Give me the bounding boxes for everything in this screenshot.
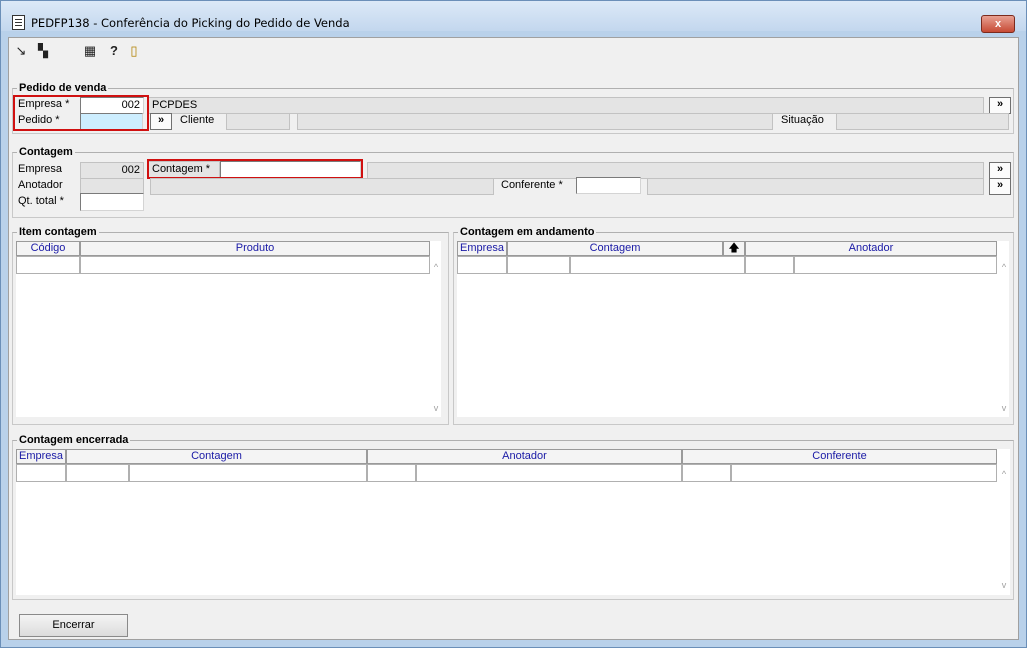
contagem-title: Contagem [17,146,75,158]
encerrada-header-anotador[interactable]: Anotador [367,449,682,464]
qt-total-label: Qt. total * [18,195,64,207]
scroll-up-icon[interactable]: ^ [998,261,1010,273]
item-contagem-header-produto[interactable]: Produto [80,241,430,256]
scroll-down-icon[interactable]: v [998,402,1010,414]
title-bar: PEDFP138 - Conferência do Picking do Ped… [1,1,1026,33]
encerrada-cell[interactable] [416,464,682,482]
andamento-cell[interactable] [794,256,997,274]
form-client-area: ↘ ▚ ▦ ? ▯ Pedido de venda Empresa * 002 … [8,37,1019,640]
exit-door-icon[interactable]: ▯ [127,44,141,58]
andamento-cell[interactable] [457,256,507,274]
qt-total-input[interactable] [80,193,144,211]
encerrada-header-conferente[interactable]: Conferente [682,449,997,464]
item-contagem-cell[interactable] [16,256,80,274]
item-contagem-cell[interactable] [80,256,430,274]
help-icon[interactable]: ? [107,44,121,58]
conferente-name-field [647,178,984,195]
cliente-label: Cliente [180,114,215,126]
document-icon [12,15,25,30]
encerrada-cell[interactable] [16,464,66,482]
close-button[interactable]: x [981,15,1015,33]
copy-icon[interactable]: ▚ [36,44,50,58]
contagem-encerrada-title: Contagem encerrada [17,434,131,446]
scroll-down-icon[interactable]: v [998,579,1010,591]
andamento-cell[interactable] [507,256,570,274]
encerrada-header-contagem[interactable]: Contagem [66,449,367,464]
encerrada-cell[interactable] [682,464,731,482]
anotador-label: Anotador [18,179,63,191]
contagem-andamento-title: Contagem em andamento [458,226,597,238]
application-window: PEDFP138 - Conferência do Picking do Ped… [0,0,1027,648]
cliente-name-field [297,113,773,130]
highlight-frame-contagem [147,159,363,179]
contagem-lookup-button[interactable]: » [989,162,1011,179]
situacao-label: Situação [781,114,824,126]
andamento-header-contagem[interactable]: Contagem [507,241,723,256]
scroll-up-icon[interactable]: ^ [430,261,442,273]
cliente-code-field [226,113,290,130]
encerrada-header-empresa[interactable]: Empresa [16,449,66,464]
andamento-cell[interactable] [570,256,745,274]
highlight-frame-pedido [13,95,149,131]
andamento-cell[interactable] [745,256,794,274]
empresa-lookup-button[interactable]: » [989,97,1011,114]
window-title: PEDFP138 - Conferência do Picking do Ped… [31,16,350,30]
encerrada-cell[interactable] [367,464,416,482]
anotador-name-field [150,178,494,195]
encerrada-cell[interactable] [731,464,997,482]
encerrada-cell[interactable] [129,464,367,482]
conferente-label: Conferente * [501,179,563,191]
scroll-down-icon[interactable]: v [430,402,442,414]
empresa-name-field: PCPDES [148,97,984,114]
contagem-empresa-label: Empresa [18,163,63,175]
sort-ascending-icon[interactable]: 🡅 [723,241,745,256]
encerrar-button[interactable]: Encerrar [19,614,128,637]
export-icon[interactable]: ↘ [14,44,28,58]
encerrada-cell[interactable] [66,464,129,482]
item-contagem-title: Item contagem [17,226,99,238]
contagem-empresa-field: 002 [80,162,144,179]
item-contagem-header-codigo[interactable]: Código [16,241,80,256]
andamento-header-empresa[interactable]: Empresa [457,241,507,256]
conferente-lookup-button[interactable]: » [989,178,1011,195]
scroll-up-icon[interactable]: ^ [998,468,1010,480]
calendar-grid-icon[interactable]: ▦ [83,44,97,58]
contagem-description-field [367,162,984,179]
situacao-field [836,113,1009,130]
conferente-input[interactable] [576,177,641,194]
andamento-header-anotador[interactable]: Anotador [745,241,997,256]
pedido-lookup-button[interactable]: » [150,113,172,130]
pedido-venda-title: Pedido de venda [17,82,109,94]
